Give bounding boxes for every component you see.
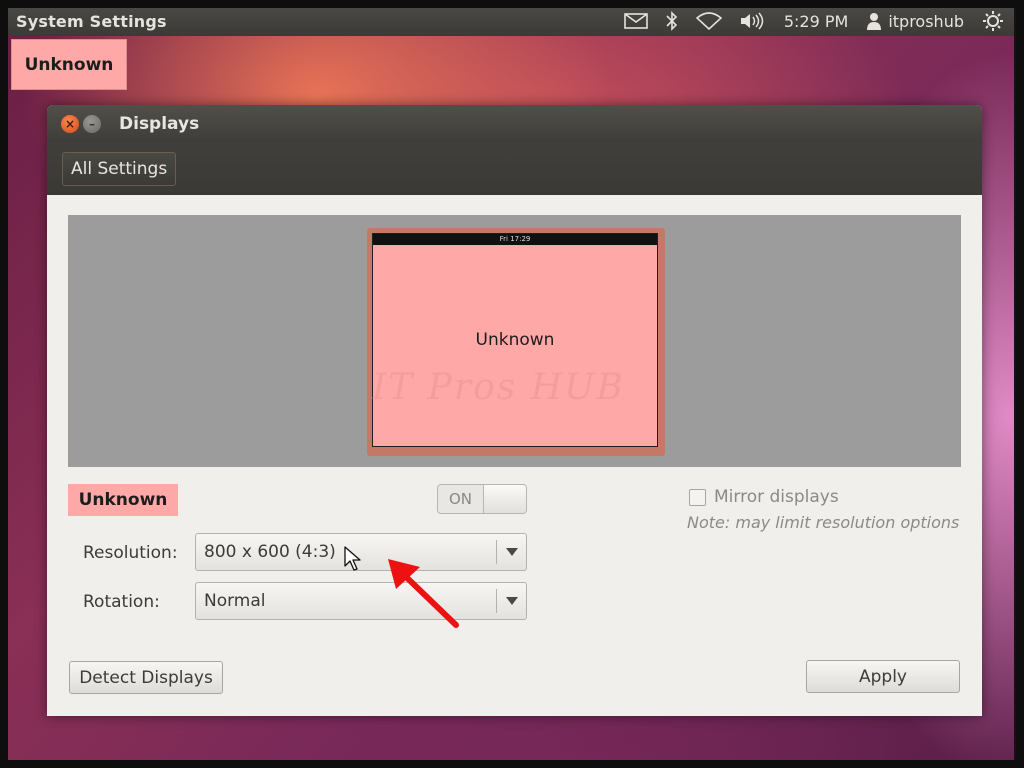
top-panel: System Settings 5:29 PM itproshub [8,6,1014,36]
apply-button[interactable]: Apply [806,660,960,693]
app-title: System Settings [16,11,167,31]
mail-icon[interactable] [624,13,648,29]
rotation-label: Rotation: [83,592,160,612]
close-icon[interactable]: × [61,115,79,133]
monitor-preview-panel: Fri 17:29 [373,234,657,245]
rotation-dropdown[interactable]: Normal [195,582,527,620]
chevron-down-icon[interactable] [497,597,526,605]
volume-icon[interactable] [740,12,766,30]
detect-displays-button[interactable]: Detect Displays [69,661,223,694]
window-toolbar: All Settings [47,143,982,195]
resolution-label: Resolution: [83,543,178,563]
displays-window: × – Displays All Settings Fri 17:29 Unkn… [47,105,982,716]
displays-content: Fri 17:29 Unknown IT Pros HUB Unknown ON… [47,195,982,716]
monitor-preview-name: Unknown [475,330,555,350]
gear-icon[interactable] [982,10,1004,32]
annotation-arrow-icon [388,559,459,628]
chevron-down-icon[interactable] [497,548,526,556]
wifi-icon[interactable] [695,12,722,30]
user-name: itproshub [888,11,964,31]
user-icon [867,13,882,30]
clock[interactable]: 5:29 PM [784,12,848,31]
indicator-area: 5:29 PM itproshub [624,10,1004,32]
bluetooth-icon[interactable] [666,11,678,31]
window-titlebar[interactable]: × – Displays [47,105,982,143]
toggle-on-label: ON [448,490,473,508]
mirror-note: Note: may limit resolution options [687,513,960,532]
mouse-pointer-icon [344,546,361,571]
watermark: IT Pros HUB [372,367,625,408]
window-title: Displays [119,114,200,134]
display-name-badge: Unknown [68,484,178,516]
desktop-display-label: Unknown [11,39,127,90]
user-menu[interactable]: itproshub [866,12,964,31]
toggle-knob[interactable] [483,485,526,513]
display-power-toggle[interactable]: ON [437,484,527,514]
mirror-displays-checkbox[interactable] [689,488,706,506]
all-settings-button[interactable]: All Settings [62,152,177,186]
minimize-icon[interactable]: – [83,115,101,133]
mirror-displays-label: Mirror displays [714,487,839,507]
display-arrangement-area[interactable]: Fri 17:29 Unknown IT Pros HUB [68,215,961,467]
monitor-preview[interactable]: Fri 17:29 Unknown [372,233,658,447]
mirror-displays-option[interactable]: Mirror displays [689,487,839,507]
